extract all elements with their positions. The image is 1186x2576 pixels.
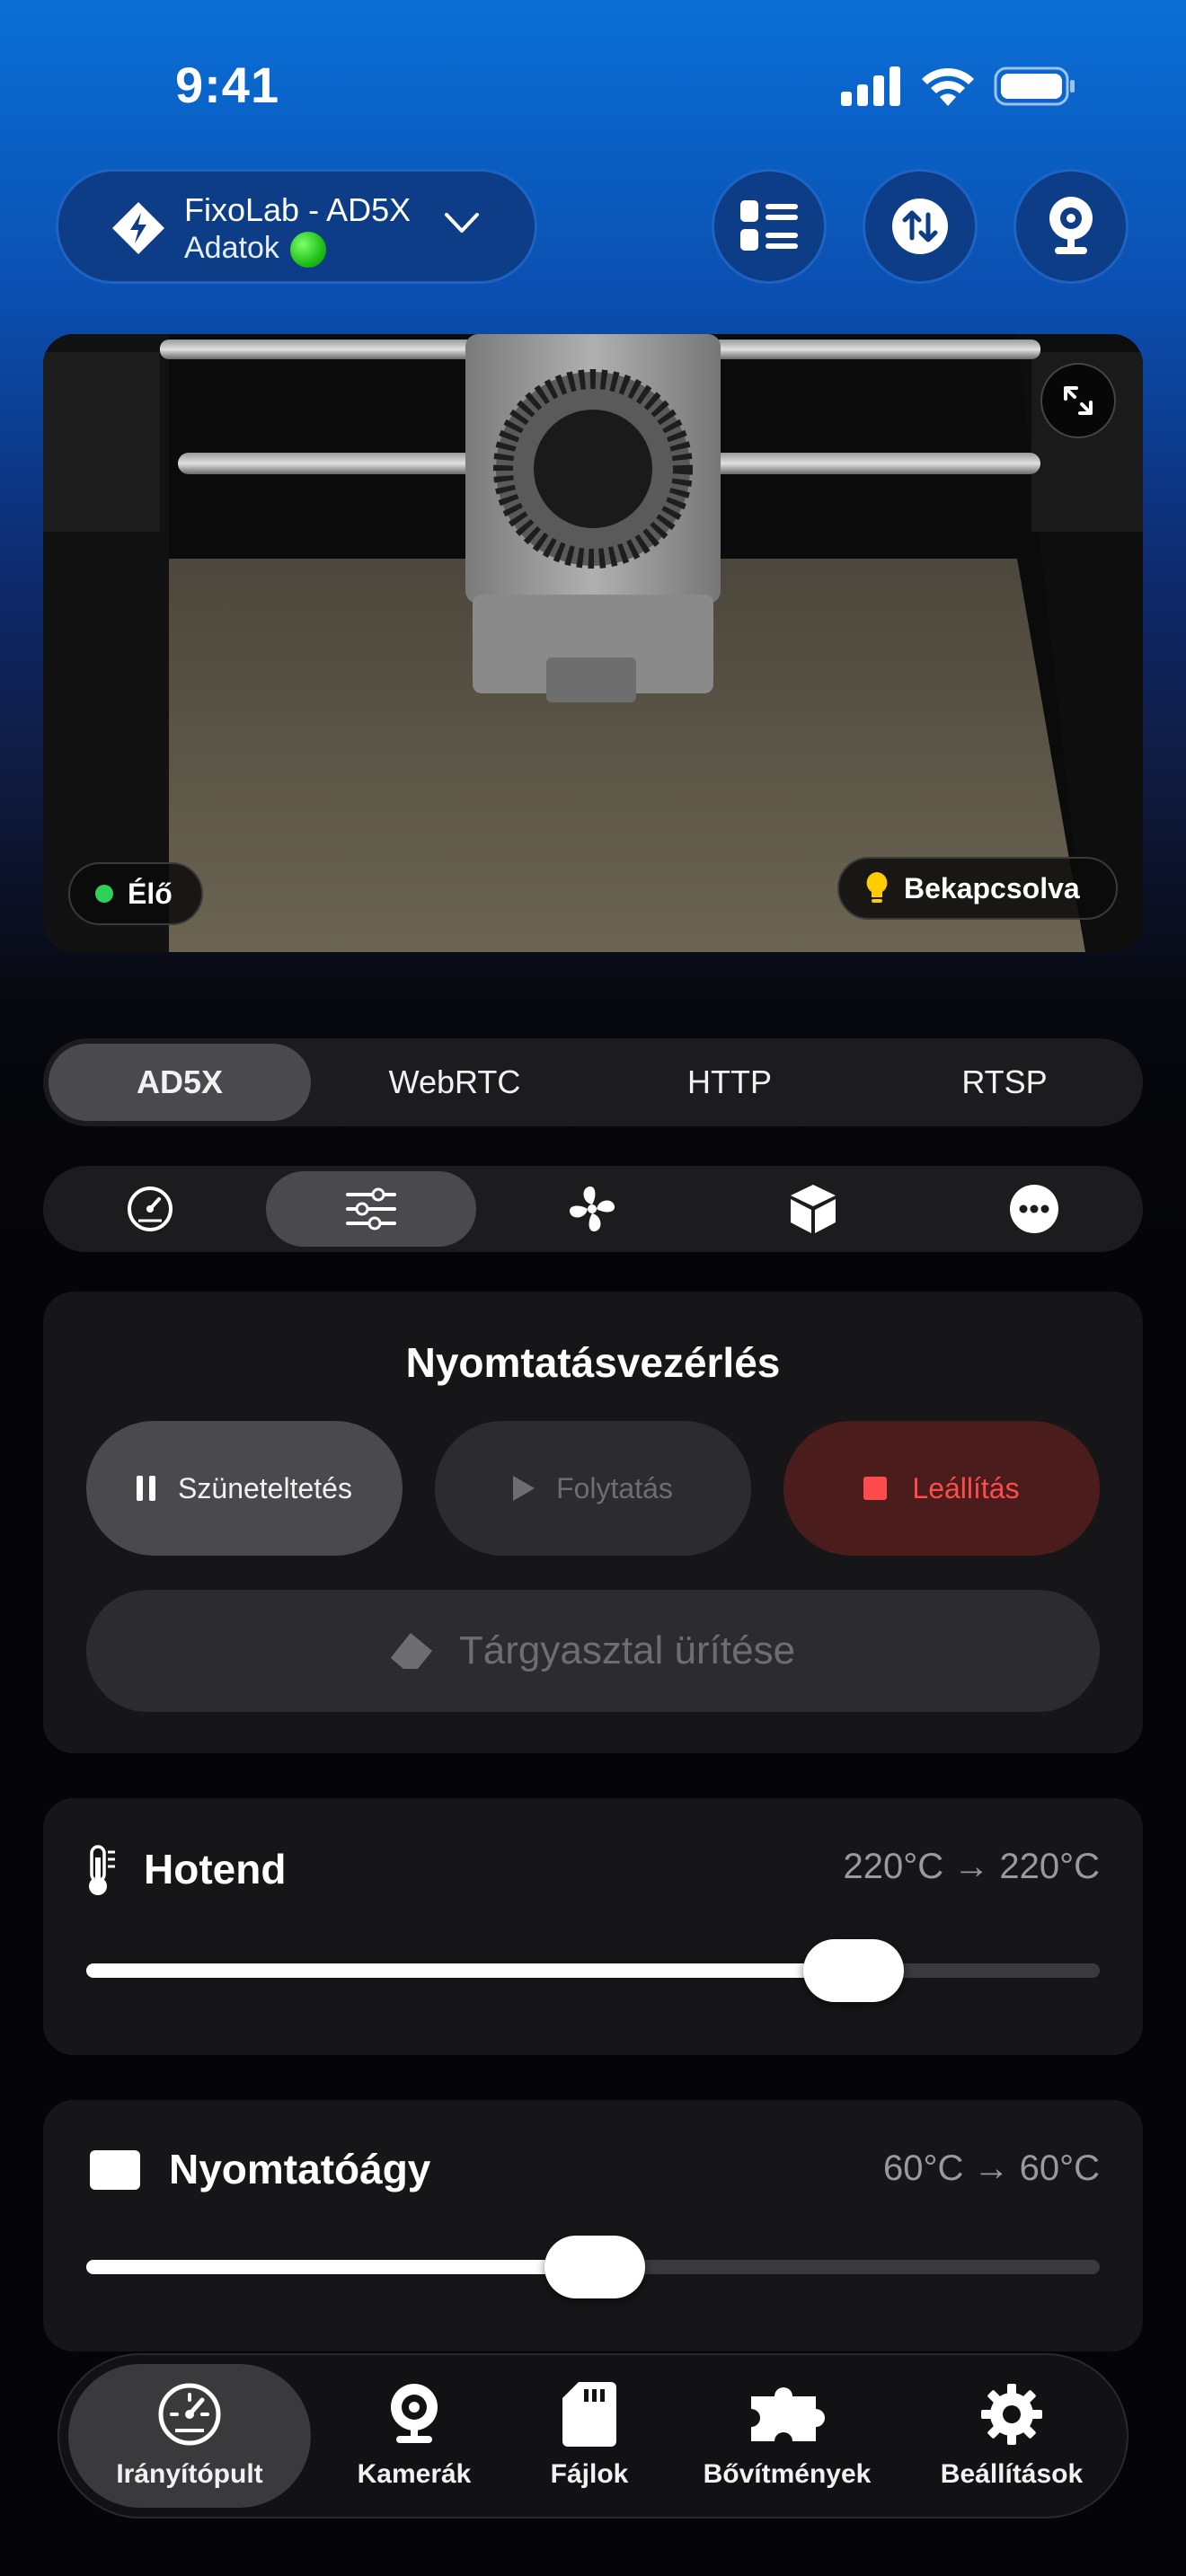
status-time: 9:41: [175, 57, 280, 113]
gauge-icon: [128, 1187, 173, 1231]
tab-fan[interactable]: [487, 1171, 697, 1247]
tab-dashboard-label: Irányítópult: [116, 2459, 263, 2489]
fan-icon: [569, 1186, 615, 1232]
tab-rtsp-label: RTSP: [961, 1063, 1048, 1100]
play-icon: [513, 1476, 535, 1501]
print-control-title: Nyomtatásvezérlés: [405, 1339, 781, 1386]
bottom-tab-bar: Irányítópult Kamerák Fájlok Bővítmények: [58, 2353, 1128, 2519]
hotend-slider-thumb[interactable]: [803, 1939, 904, 2002]
list-icon: [740, 200, 798, 251]
tab-rtsp[interactable]: RTSP: [873, 1044, 1136, 1121]
hotend-temperature: 220°C → 220°C: [843, 1847, 1100, 1886]
tab-gauge[interactable]: [45, 1171, 255, 1247]
more-icon: [1010, 1185, 1058, 1233]
box-icon: [791, 1185, 836, 1233]
tab-http[interactable]: HTTP: [598, 1044, 861, 1121]
dashboard-icon: [158, 2383, 221, 2446]
flashforge-logo-icon: [111, 200, 166, 260]
stop-button[interactable]: Leállítás: [783, 1421, 1100, 1556]
clear-bed-label: Tárgyasztal ürítése: [458, 1628, 796, 1672]
printer-name: FixoLab - AD5X: [184, 191, 412, 228]
bed-title: Nyomtatóágy: [169, 2146, 431, 2192]
bed-slider-thumb[interactable]: [544, 2236, 645, 2298]
bed-temperature: 60°C → 60°C: [883, 2148, 1100, 2188]
online-status-dot: [289, 232, 326, 269]
expand-button[interactable]: [1040, 363, 1116, 438]
tab-more[interactable]: [929, 1171, 1139, 1247]
tab-box[interactable]: [708, 1171, 918, 1247]
lightbulb-icon: [866, 872, 888, 903]
tab-files[interactable]: Fájlok: [518, 2364, 661, 2508]
hotend-title: Hotend: [144, 1846, 287, 1892]
stop-label: Leállítás: [912, 1471, 1020, 1504]
sdcard-icon: [562, 2382, 616, 2447]
tab-cameras-label: Kamerák: [357, 2459, 472, 2489]
transfer-button[interactable]: [863, 169, 978, 284]
puzzle-icon: [751, 2386, 825, 2441]
stop-icon: [863, 1477, 888, 1500]
panel-tabs: [43, 1166, 1143, 1252]
printer-subtitle: Adatok: [184, 231, 326, 269]
hotend-slider-fill: [86, 1963, 895, 1978]
pause-button[interactable]: Szüneteltetés: [86, 1421, 403, 1556]
webcam-icon: [391, 2384, 438, 2443]
tab-plugins[interactable]: Bővítmények: [679, 2364, 895, 2508]
battery-icon: [994, 66, 1076, 110]
resume-button[interactable]: Folytatás: [435, 1421, 751, 1556]
clear-bed-button[interactable]: Tárgyasztal ürítése: [86, 1590, 1100, 1712]
webcam-button[interactable]: [1013, 169, 1128, 284]
webcam-icon: [1049, 197, 1093, 254]
pause-icon: [137, 1476, 156, 1501]
tab-controls[interactable]: [266, 1171, 476, 1247]
camera-feed[interactable]: Élő Bekapcsolva: [43, 334, 1143, 952]
tab-dashboard[interactable]: Irányítópult: [68, 2364, 311, 2508]
tab-webrtc-label: WebRTC: [388, 1063, 521, 1100]
printer-selector[interactable]: FixoLab - AD5X Adatok: [56, 169, 537, 284]
live-label: Élő: [128, 877, 173, 910]
thermometer-icon: [86, 1845, 119, 1901]
light-toggle[interactable]: Bekapcsolva: [837, 857, 1118, 920]
bed-card: Nyomtatóágy 60°C → 60°C: [43, 2100, 1143, 2351]
sliders-icon: [346, 1187, 396, 1231]
list-button[interactable]: [712, 169, 827, 284]
eraser-icon: [390, 1633, 432, 1669]
hotend-card: Hotend 220°C → 220°C: [43, 1798, 1143, 2055]
bed-icon: [90, 2150, 140, 2194]
expand-icon: [1064, 386, 1093, 415]
resume-label: Folytatás: [556, 1471, 673, 1504]
cellular-signal-icon: [841, 66, 902, 110]
printer-subtitle-label: Adatok: [184, 231, 279, 265]
pause-label: Szüneteltetés: [178, 1471, 352, 1504]
tab-webrtc[interactable]: WebRTC: [323, 1044, 586, 1121]
tab-http-label: HTTP: [687, 1063, 772, 1100]
tab-cameras[interactable]: Kamerák: [329, 2364, 500, 2508]
tab-files-label: Fájlok: [550, 2459, 629, 2489]
wifi-icon: [920, 63, 976, 112]
gear-icon: [981, 2384, 1042, 2445]
live-dot: [95, 885, 113, 903]
chevron-down-icon: [443, 211, 481, 241]
live-badge: Élő: [68, 862, 203, 925]
tab-settings[interactable]: Beállítások: [913, 2364, 1111, 2508]
print-control-card: Nyomtatásvezérlés Szüneteltetés Folytatá…: [43, 1292, 1143, 1753]
tab-ad5x-label: AD5X: [136, 1063, 224, 1100]
tab-settings-label: Beállítások: [940, 2459, 1084, 2489]
tab-ad5x[interactable]: AD5X: [49, 1044, 311, 1121]
light-label: Bekapcsolva: [904, 871, 1080, 904]
tab-plugins-label: Bővítmények: [703, 2459, 872, 2489]
transfer-icon: [892, 198, 948, 254]
stream-source-tabs: AD5X WebRTC HTTP RTSP: [43, 1038, 1143, 1126]
